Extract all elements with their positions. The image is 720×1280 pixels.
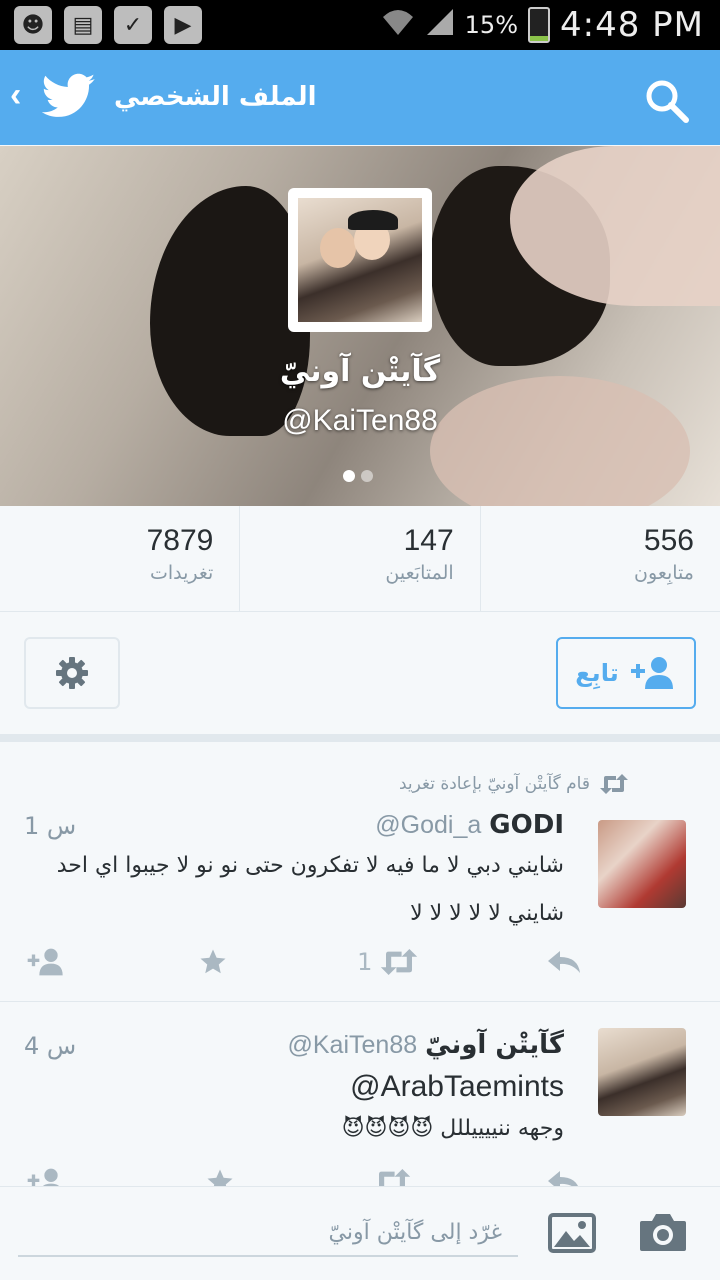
pager-dot-active	[343, 470, 355, 482]
tweet-avatar[interactable]	[598, 1028, 686, 1116]
retweet-count: 1	[357, 948, 373, 976]
tweet-author: GODI	[489, 810, 564, 840]
follow-button[interactable]: تابِع	[556, 637, 696, 709]
tweet-author: گآيتْن آونيّ	[425, 1030, 564, 1060]
compose-bar: غرّد إلى گآيتْن آونيّ	[0, 1186, 720, 1280]
profile-avatar[interactable]	[288, 188, 432, 332]
follow-user-action[interactable]	[24, 947, 68, 977]
tweet-item[interactable]: @KaiTen88 گآيتْن آونيّ 4 س @ArabTaemints…	[0, 1002, 720, 1192]
page-title: الملف الشخصي	[114, 82, 317, 112]
banner-pager[interactable]	[343, 470, 373, 482]
wifi-icon	[381, 7, 415, 43]
app-icon: ☻	[14, 6, 52, 44]
checkbox-icon: ✓	[114, 6, 152, 44]
tweet-body: @ArabTaemints وجهه ننييييللل 😈😈😈😈	[24, 1066, 564, 1150]
signal-icon	[425, 7, 455, 43]
settings-button[interactable]	[24, 637, 120, 709]
profile-banner: گآيتْن آونيّ @KaiTen88	[0, 146, 720, 506]
stat-followers[interactable]: 556 متابِعون	[481, 506, 720, 611]
tweet-time: 1 س	[24, 812, 77, 840]
avatar-image	[298, 198, 422, 322]
tweet-actions: 1	[24, 942, 580, 982]
stat-tweets[interactable]: 7879 تغريدات	[0, 506, 241, 611]
profile-actions: تابِع	[0, 612, 720, 734]
tweet-header: @Godi_a GODI	[375, 810, 564, 840]
image-icon[interactable]	[548, 1213, 596, 1253]
banner-silhouette-left	[150, 186, 310, 436]
tweet-avatar[interactable]	[598, 820, 686, 908]
reply-action[interactable]	[547, 949, 580, 975]
system-status: 15% 4:48 PM	[381, 0, 704, 50]
stat-followers-label: متابِعون	[634, 562, 694, 584]
app-bar: ‹ الملف الشخصي	[0, 50, 720, 145]
retweet-indicator: قام گآيتْن آونيّ بإعادة تغريد	[399, 774, 628, 794]
section-divider	[0, 734, 720, 742]
search-icon[interactable]	[644, 78, 690, 124]
stat-following[interactable]: 147 المتابَعين	[240, 506, 481, 611]
profile-name: گآيتْن آونيّ	[279, 354, 441, 389]
profile-stats: 7879 تغريدات 147 المتابَعين 556 متابِعون	[0, 506, 720, 612]
play-store-icon: ▶	[164, 6, 202, 44]
tweet-handle: @Godi_a	[375, 811, 482, 839]
stat-tweets-value: 7879	[146, 524, 214, 557]
tweet-header: @KaiTen88 گآيتْن آونيّ	[288, 1030, 565, 1060]
retweet-text: قام گآيتْن آونيّ بإعادة تغريد	[398, 774, 590, 794]
banner-hand-lower	[430, 376, 690, 506]
battery-icon	[528, 7, 550, 43]
battery-percent: 15%	[464, 11, 518, 39]
retweet-action[interactable]: 1	[357, 948, 418, 976]
retweet-icon	[381, 949, 418, 975]
gear-icon	[56, 657, 88, 689]
favorite-action[interactable]	[198, 947, 228, 977]
stat-tweets-label: تغريدات	[149, 562, 214, 584]
pager-dot	[361, 470, 373, 482]
tweet-handle: @KaiTen88	[287, 1031, 418, 1059]
twitter-bird-icon[interactable]	[42, 72, 96, 120]
camera-icon[interactable]	[638, 1211, 688, 1253]
add-user-icon	[27, 948, 63, 976]
clock: 4:48 PM	[560, 5, 704, 45]
profile-handle: @KaiTen88	[282, 404, 438, 437]
add-user-icon	[630, 657, 673, 689]
sd-card-icon: ▤	[64, 6, 102, 44]
retweet-icon	[600, 774, 628, 794]
tweet-mention[interactable]: @ArabTaemints	[24, 1066, 564, 1108]
stat-followers-value: 556	[643, 524, 694, 557]
stat-following-label: المتابَعين	[385, 562, 454, 584]
status-bar: ☻ ▤ ✓ ▶ 15% 4:48 PM	[0, 0, 720, 50]
stat-following-value: 147	[403, 524, 454, 557]
star-icon	[200, 949, 226, 974]
follow-label: تابِع	[575, 659, 619, 687]
reply-icon	[547, 951, 580, 973]
tweet-text: شايني دبي لا ما فيه لا تفكرون حتى نو نو …	[56, 853, 564, 926]
notification-icons: ☻ ▤ ✓ ▶	[14, 6, 202, 44]
tweet-time: 4 س	[24, 1032, 77, 1060]
compose-input[interactable]: غرّد إلى گآيتْن آونيّ	[18, 1209, 518, 1257]
back-chevron-icon[interactable]: ‹	[10, 76, 21, 115]
tweet-text: وجهه ننييييللل 😈😈😈😈	[341, 1116, 564, 1141]
tweet-item[interactable]: قام گآيتْن آونيّ بإعادة تغريد @Godi_a GO…	[0, 742, 720, 1002]
